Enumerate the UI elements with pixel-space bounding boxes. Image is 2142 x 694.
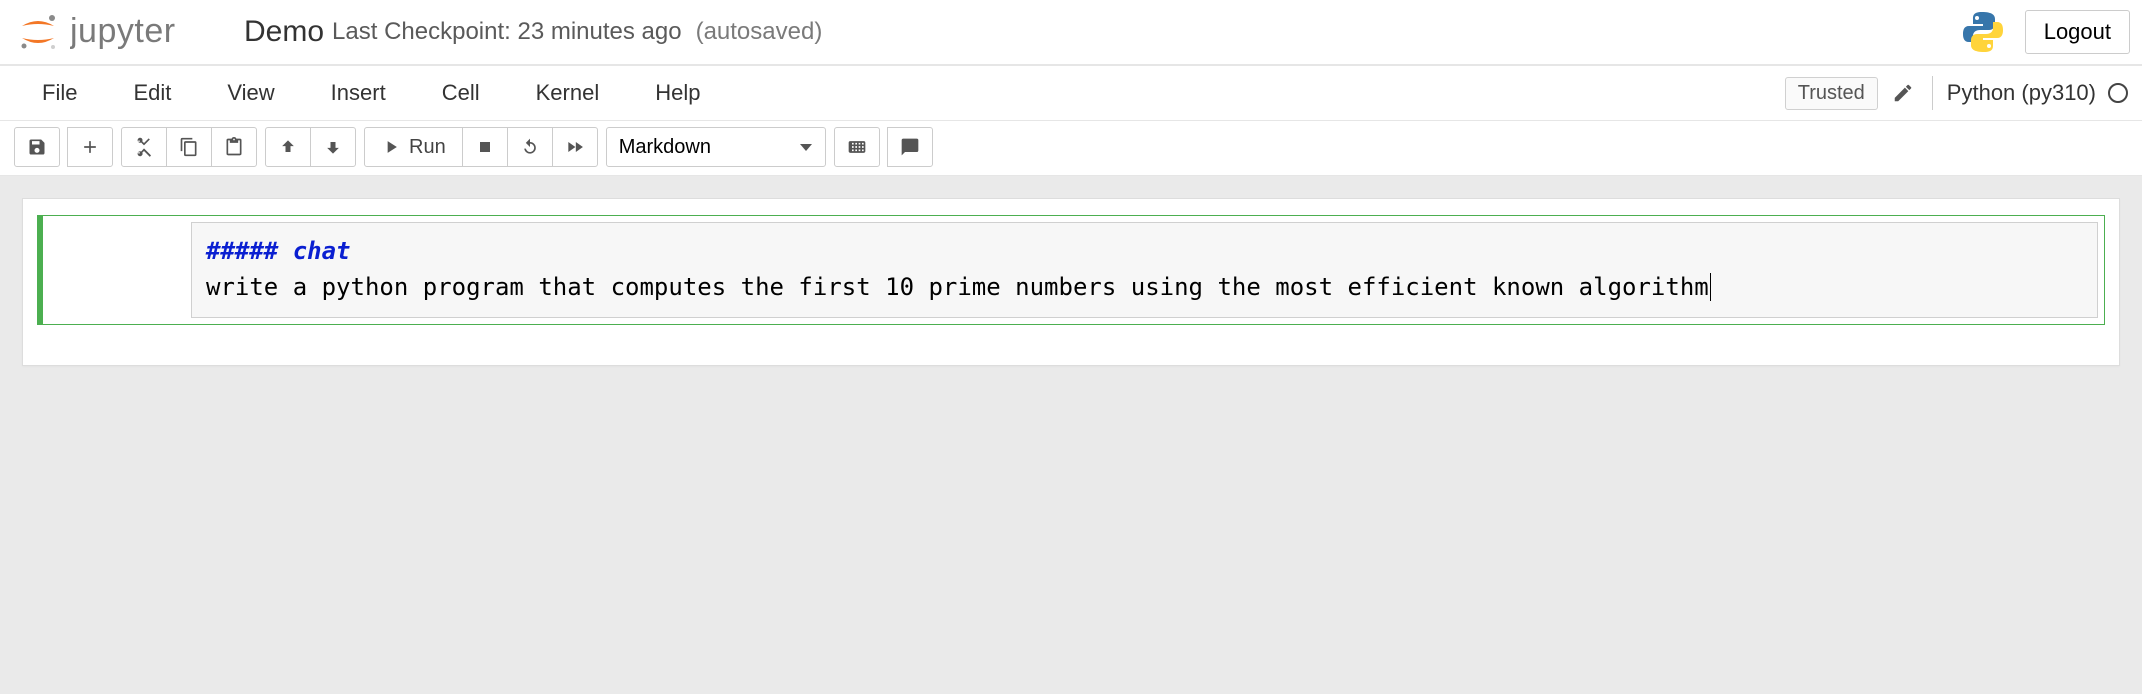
arrow-down-icon [323, 137, 343, 157]
toolbar: Run Markdown [0, 121, 2142, 176]
chat-button[interactable] [887, 127, 933, 167]
svg-text:jupyter: jupyter [70, 12, 176, 50]
cell-input-wrap: ##### chat write a python program that c… [191, 216, 2104, 324]
cell-body-text: write a python program that computes the… [206, 273, 1709, 301]
menu-file[interactable]: File [14, 70, 105, 116]
cut-button[interactable] [121, 127, 167, 167]
edit-metadata-icon[interactable] [1892, 82, 1914, 104]
checkpoint-text: Last Checkpoint: 23 minutes ago [332, 18, 682, 46]
keyboard-icon [847, 137, 867, 157]
cell-type-select[interactable]: Markdown [606, 127, 826, 167]
save-icon [27, 137, 47, 157]
jupyter-wordmark: jupyter [70, 10, 220, 54]
menu-insert[interactable]: Insert [303, 70, 414, 116]
menu-view[interactable]: View [199, 70, 302, 116]
stop-icon [475, 137, 495, 157]
restart-run-all-button[interactable] [552, 127, 598, 167]
kernel-status-idle-icon [2108, 83, 2128, 103]
play-icon [381, 137, 401, 157]
cell-type-select-wrap: Markdown [606, 127, 826, 167]
python-logo-icon [1959, 8, 2007, 56]
move-up-button[interactable] [265, 127, 311, 167]
arrow-up-icon [278, 137, 298, 157]
cell-editor[interactable]: ##### chat write a python program that c… [191, 222, 2098, 318]
move-down-button[interactable] [310, 127, 356, 167]
copy-button[interactable] [166, 127, 212, 167]
chat-icon [900, 137, 920, 157]
logout-button[interactable]: Logout [2025, 10, 2130, 54]
jupyter-logo[interactable]: jupyter [16, 10, 220, 54]
jupyter-planet-icon [16, 10, 60, 54]
paste-icon [224, 137, 244, 157]
restart-icon [520, 137, 540, 157]
notebook-title[interactable]: Demo [244, 15, 324, 49]
autosave-text: (autosaved) [696, 18, 823, 46]
cell-heading-text: ##### chat [206, 237, 351, 265]
text-caret [1710, 273, 1711, 301]
notebook-panel: ##### chat write a python program that c… [22, 198, 2120, 366]
menu-cell[interactable]: Cell [414, 70, 508, 116]
run-label: Run [409, 136, 446, 159]
fast-forward-icon [565, 137, 585, 157]
kernel-separator [1932, 76, 1933, 110]
add-cell-button[interactable] [67, 127, 113, 167]
save-button[interactable] [14, 127, 60, 167]
trusted-badge[interactable]: Trusted [1785, 77, 1878, 110]
restart-button[interactable] [507, 127, 553, 167]
menu-help[interactable]: Help [627, 70, 728, 116]
menu-kernel[interactable]: Kernel [508, 70, 628, 116]
copy-icon [179, 137, 199, 157]
cell-prompt-area [43, 216, 191, 324]
notebook-header: jupyter Demo Last Checkpoint: 23 minutes… [0, 0, 2142, 65]
markdown-cell[interactable]: ##### chat write a python program that c… [37, 215, 2105, 325]
run-button[interactable]: Run [364, 127, 463, 167]
notebook-area: ##### chat write a python program that c… [0, 176, 2142, 694]
plus-icon [80, 137, 100, 157]
scissors-icon [134, 137, 154, 157]
paste-button[interactable] [211, 127, 257, 167]
command-palette-button[interactable] [834, 127, 880, 167]
kernel-name[interactable]: Python (py310) [1947, 80, 2096, 106]
menu-edit[interactable]: Edit [105, 70, 199, 116]
interrupt-button[interactable] [462, 127, 508, 167]
menubar: File Edit View Insert Cell Kernel Help T… [0, 65, 2142, 121]
